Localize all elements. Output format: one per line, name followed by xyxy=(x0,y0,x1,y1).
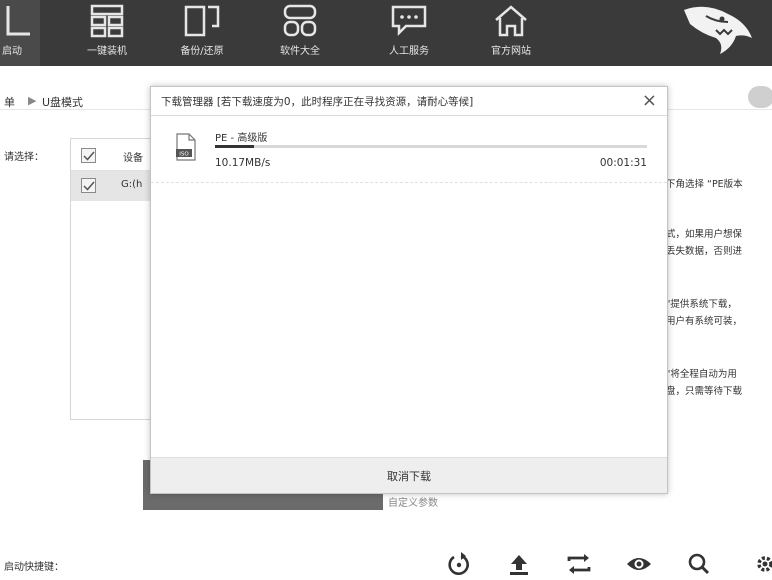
device-name: G:(h xyxy=(121,179,143,190)
dialog-divider xyxy=(151,115,667,116)
device-checkbox[interactable] xyxy=(81,178,96,193)
eye-icon[interactable] xyxy=(626,552,652,576)
shark-logo-icon xyxy=(684,6,752,55)
checkmark-icon xyxy=(83,181,95,191)
download-progress-fill xyxy=(215,145,254,148)
nav-label-backup-restore: 备份/还原 xyxy=(180,46,224,57)
device-select-label: 请选择： xyxy=(4,152,44,163)
download-progress-bar xyxy=(215,145,647,148)
download-time-remaining: 00:01:31 xyxy=(599,157,647,169)
apps-icon xyxy=(283,4,317,37)
nav-label-boot: 启动 xyxy=(2,46,22,57)
download-speed: 10.17MB/s xyxy=(215,157,271,169)
breadcrumb-current: U盘模式 xyxy=(42,96,84,109)
instruction-text-1: 下角选择 “PE版本 xyxy=(666,179,743,190)
upload-icon[interactable] xyxy=(506,552,532,576)
boot-hotkey-label: 启动快捷键： xyxy=(4,562,64,573)
nav-label-support: 人工服务 xyxy=(389,46,429,57)
device-list-header: 设备 xyxy=(71,139,153,171)
collapse-circle-icon[interactable] xyxy=(748,86,772,108)
gear-icon[interactable] xyxy=(752,552,772,576)
search-icon[interactable] xyxy=(686,552,712,576)
download-manager-dialog: 下载管理器 [若下载速度为0，此时程序正在寻找资源，请耐心等候] × ISO P… xyxy=(150,86,668,494)
download-item: ISO PE - 高级版 10.17MB/s 00:01:31 xyxy=(151,117,667,183)
download-file-name: PE - 高级版 xyxy=(215,133,268,144)
dialog-title: 下载管理器 [若下载速度为0，此时程序正在寻找资源，请耐心等候] xyxy=(161,96,474,108)
boot-icon xyxy=(6,6,30,36)
nav-label-website: 官方网站 xyxy=(491,46,531,57)
nav-item-software[interactable]: 软件大全 xyxy=(270,0,330,66)
nav-item-support[interactable]: 人工服务 xyxy=(378,0,440,66)
nav-item-website[interactable]: 官方网站 xyxy=(480,0,542,66)
instruction-text-4: "将全程自动为用 盘，只需等待下载 xyxy=(666,369,743,397)
svg-text:ISO: ISO xyxy=(179,152,189,158)
dialog-footer: 取消下载 xyxy=(151,457,667,493)
swap-icon[interactable] xyxy=(566,552,592,576)
nav-item-one-click-install[interactable]: 一键装机 xyxy=(76,0,138,66)
nav-item-backup-restore[interactable]: 备份/还原 xyxy=(167,0,237,66)
breadcrumb-root[interactable]: 单 xyxy=(4,94,15,110)
checkmark-icon xyxy=(83,151,95,161)
instruction-text-2: 式，如果用户想保 丢失数据，否则进 xyxy=(666,229,743,257)
instruction-text-3: "提供系统下载， 用户有系统可装， xyxy=(666,299,743,327)
close-icon[interactable]: × xyxy=(642,90,657,111)
select-all-checkbox[interactable] xyxy=(81,148,96,163)
device-list-panel: 设备 G:(h xyxy=(70,138,154,420)
backup-icon xyxy=(184,5,220,37)
device-column-header: 设备 xyxy=(123,153,143,164)
custom-params-link[interactable]: 自定义参数 xyxy=(388,494,438,509)
nav-label-one-click-install: 一键装机 xyxy=(87,46,127,57)
chat-icon xyxy=(391,5,427,37)
nav-item-boot[interactable]: 启动 xyxy=(0,0,40,66)
iso-file-icon: ISO xyxy=(176,133,196,161)
device-row[interactable]: G:(h xyxy=(71,171,153,201)
grid-icon xyxy=(90,4,124,38)
top-nav-bar: 启动 一键装机 备份/还原 软件大全 人工服务 官方网站 xyxy=(0,0,772,66)
home-icon xyxy=(495,5,527,37)
nav-label-software: 软件大全 xyxy=(280,46,320,57)
breadcrumb-separator: ▶ xyxy=(28,94,37,107)
cancel-download-button[interactable]: 取消下载 xyxy=(151,458,667,494)
restore-icon[interactable] xyxy=(446,552,472,576)
